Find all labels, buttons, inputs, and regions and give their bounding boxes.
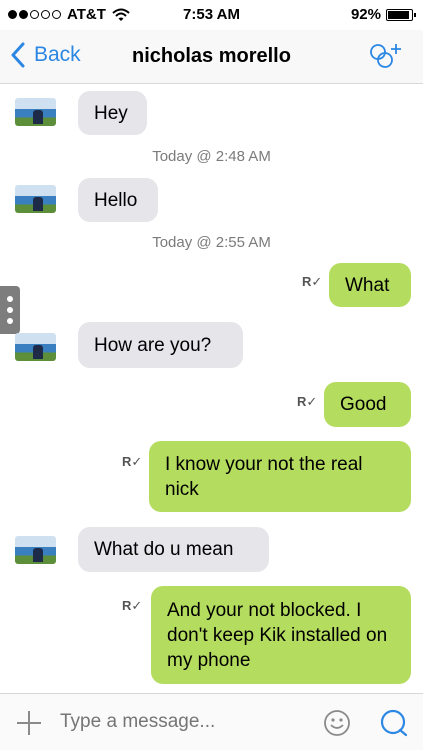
smiley-icon [324,710,350,736]
outgoing-message-bubble: And your not blocked. I don't keep Kik i… [151,586,411,684]
battery-percent: 92% [350,6,381,23]
incoming-message-bubble: How are you? [78,322,243,368]
message-text: Hello [94,189,138,211]
add-to-group-button[interactable] [365,40,407,77]
outgoing-message-bubble: I know your not the real nick [149,441,411,512]
message-text: What [345,274,390,296]
contact-avatar[interactable] [15,333,56,361]
message-text: I know your not the real nick [165,453,363,500]
plus-icon [17,711,41,735]
message-text: What do u mean [94,539,234,560]
message-timestamp: Today @ 2:55 AM [152,234,271,251]
read-receipt-icon: R✓ [297,394,318,409]
chat-screen: AT&T 7:53 AM 92% Back nicholas morello H… [0,0,423,750]
side-drawer-handle[interactable] [0,286,20,334]
read-receipt-icon: R✓ [122,598,143,613]
message-text: How are you? [94,334,212,356]
navigation-bar: Back nicholas morello [0,30,423,84]
message-input[interactable] [60,711,300,733]
outgoing-message-bubble: Good [324,382,411,427]
message-text: Good [340,394,387,415]
contact-avatar[interactable] [15,185,56,213]
incoming-message-bubble: Hey [78,91,147,135]
message-text: And your not blocked. I don't keep Kik i… [167,599,388,671]
read-receipt-icon: R✓ [302,274,323,289]
message-composer [0,693,423,750]
incoming-message-bubble: Hello [78,178,158,222]
outgoing-message-bubble: What [329,263,411,307]
battery-icon [386,8,416,21]
contact-avatar[interactable] [15,98,56,126]
emoji-button[interactable] [323,709,351,742]
smiley-chat-button[interactable] [379,708,409,743]
contact-avatar[interactable] [15,536,56,564]
add-people-icon [370,44,401,68]
status-bar: AT&T 7:53 AM 92% [0,0,423,30]
attach-button[interactable] [16,710,42,741]
chat-bubble-icon [380,709,408,737]
incoming-message-bubble: What do u mean [78,527,269,572]
battery-status: 92% [350,6,416,23]
read-receipt-icon: R✓ [122,454,143,469]
message-text: Hey [94,102,128,124]
conversation-title: nicholas morello [132,45,291,67]
message-timestamp: Today @ 2:48 AM [152,148,271,165]
